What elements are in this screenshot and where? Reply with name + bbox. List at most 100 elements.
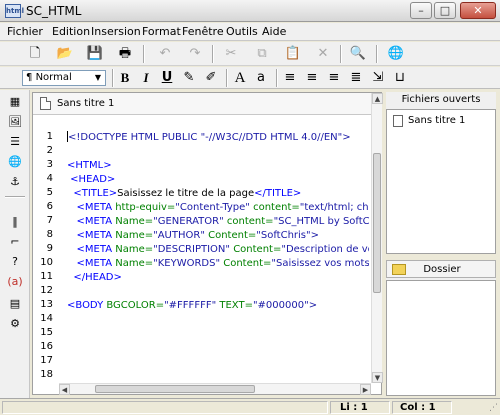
- paragraph-style-select[interactable]: ¶ Normal ▼: [22, 70, 106, 86]
- minimize-button[interactable]: –: [410, 2, 432, 19]
- scroll-left-icon[interactable]: ◀: [59, 384, 70, 395]
- copy-icon[interactable]: ⧉: [253, 45, 271, 63]
- scroll-thumb[interactable]: [373, 153, 381, 293]
- table-icon[interactable]: ▦: [6, 94, 24, 110]
- open-files-list: Sans titre 1: [386, 109, 496, 254]
- line-number: 9: [46, 243, 53, 254]
- menu-fichier[interactable]: Fichier: [7, 25, 43, 38]
- code-token: Name=: [115, 244, 154, 255]
- code-token: Content=: [223, 258, 272, 269]
- new-document-icon[interactable]: 🗋: [26, 45, 44, 63]
- tab-document[interactable]: Sans titre 1: [33, 93, 371, 115]
- maximize-button[interactable]: □: [434, 2, 456, 19]
- line-number: 4: [46, 173, 53, 184]
- cut-icon[interactable]: ✂: [222, 45, 240, 63]
- link-globe-icon[interactable]: 🌐: [6, 154, 24, 170]
- line-number: 18: [40, 369, 53, 380]
- delete-icon[interactable]: ✕: [314, 45, 332, 63]
- open-folder-icon[interactable]: 📂: [56, 45, 74, 63]
- code-line: <META Name="GENERATOR" content="SC_HTML …: [67, 215, 369, 229]
- toolbar-separator: [212, 45, 214, 63]
- menu-format[interactable]: Format: [142, 25, 181, 38]
- code-line: <META http-equiv="Content-Type" content=…: [67, 201, 369, 215]
- folder-list[interactable]: [386, 280, 496, 396]
- font-decrease-button[interactable]: a: [252, 69, 270, 87]
- code-token: <BODY: [67, 300, 107, 311]
- paragraph-break-icon[interactable]: ⇲: [369, 69, 387, 87]
- anchor-icon[interactable]: ⚓: [6, 174, 24, 190]
- line-number: 6: [46, 201, 53, 212]
- code-token: "text/html; charset=: [299, 202, 369, 213]
- line-number: 13: [40, 299, 53, 310]
- code-token: </TITLE>: [254, 188, 302, 199]
- folder-title: Dossier: [423, 264, 461, 275]
- font-increase-button[interactable]: A: [231, 69, 249, 87]
- list-icon[interactable]: ☰: [6, 134, 24, 150]
- menu-bar: Fichier Edition Insersion Format Fenêtre…: [0, 23, 500, 41]
- line-number: 16: [40, 341, 53, 352]
- save-disk-icon[interactable]: 💾: [86, 45, 104, 63]
- highlight-icon[interactable]: ✐: [202, 69, 220, 87]
- app-logo-icon: html: [5, 4, 24, 18]
- list-item[interactable]: Sans titre 1: [408, 115, 465, 126]
- redo-icon[interactable]: ↷: [186, 45, 204, 63]
- toolbar-separator: [226, 69, 228, 87]
- toolbar-separator: [5, 196, 25, 198]
- line-number: 17: [40, 355, 53, 366]
- justify-icon[interactable]: ≣: [347, 69, 365, 87]
- menu-outils[interactable]: Outils: [226, 25, 258, 38]
- code-token: <TITLE>: [67, 188, 118, 199]
- status-col: Col : 1: [400, 402, 436, 413]
- pause-columns-icon[interactable]: ‖: [6, 214, 24, 230]
- folder-header[interactable]: Dossier: [386, 260, 496, 278]
- scroll-up-icon[interactable]: ▲: [372, 93, 383, 104]
- window-title: SC_HTML: [26, 4, 82, 18]
- align-right-icon[interactable]: ≡: [325, 69, 343, 87]
- scroll-right-icon[interactable]: ▶: [360, 384, 371, 395]
- status-message: [2, 401, 328, 414]
- script-icon[interactable]: ⚙: [6, 316, 24, 332]
- open-files-panel: Fichiers ouverts Sans titre 1: [386, 92, 496, 254]
- document-icon: [393, 115, 403, 127]
- underline-button[interactable]: U: [158, 69, 176, 87]
- scroll-down-icon[interactable]: ▼: [372, 372, 383, 383]
- bold-button[interactable]: B: [116, 69, 134, 87]
- code-token: "SoftChris">: [256, 230, 319, 241]
- align-center-icon[interactable]: ≡: [303, 69, 321, 87]
- code-token: "KEYWORDS": [153, 258, 224, 269]
- image-icon[interactable]: 🖼: [6, 114, 24, 130]
- undo-icon[interactable]: ↶: [156, 45, 174, 63]
- menu-insersion[interactable]: Insersion: [91, 25, 141, 38]
- code-line: <META Name="AUTHOR" Content="SoftChris">: [67, 229, 319, 243]
- print-icon[interactable]: 🖶: [116, 45, 134, 63]
- vertical-scrollbar[interactable]: ▲ ▼: [371, 93, 383, 383]
- close-button[interactable]: ✕: [460, 2, 496, 19]
- chevron-down-icon[interactable]: ▼: [91, 71, 105, 85]
- line-number: 12: [40, 285, 53, 296]
- folder-panel: Dossier: [386, 260, 496, 396]
- menu-aide[interactable]: Aide: [262, 25, 286, 38]
- web-globe-icon[interactable]: 🌐: [387, 45, 405, 63]
- special-char-icon[interactable]: ?: [6, 254, 24, 270]
- scroll-thumb[interactable]: [95, 385, 255, 393]
- menu-fenetre[interactable]: Fenêtre: [182, 25, 224, 38]
- resize-grip-icon[interactable]: ⋰: [489, 403, 498, 413]
- code-token: "Saisissez vos mots c: [271, 258, 369, 269]
- code-token: "SC_HTML by SoftChri: [273, 216, 369, 227]
- italic-button[interactable]: I: [137, 69, 155, 87]
- paste-icon[interactable]: 📋: [284, 45, 302, 63]
- menu-edition[interactable]: Edition: [52, 25, 90, 38]
- text-color-icon[interactable]: ✎: [180, 69, 198, 87]
- frames-icon[interactable]: ▤: [6, 296, 24, 312]
- line-number: 7: [46, 215, 53, 226]
- paragraph-style-value: ¶ Normal: [26, 72, 72, 83]
- line-number: 5: [46, 187, 53, 198]
- form-icon[interactable]: ⌐: [6, 234, 24, 250]
- variable-icon[interactable]: (a): [6, 274, 24, 290]
- code-token: <HEAD>: [67, 174, 116, 185]
- align-left-icon[interactable]: ≡: [281, 69, 299, 87]
- horizontal-scrollbar[interactable]: ◀ ▶: [59, 383, 371, 395]
- preview-icon[interactable]: 🔍: [349, 45, 367, 63]
- code-editor[interactable]: <!DOCTYPE HTML PUBLIC "-//W3C//DTD HTML …: [67, 131, 369, 381]
- line-break-icon[interactable]: ⊔: [391, 69, 409, 87]
